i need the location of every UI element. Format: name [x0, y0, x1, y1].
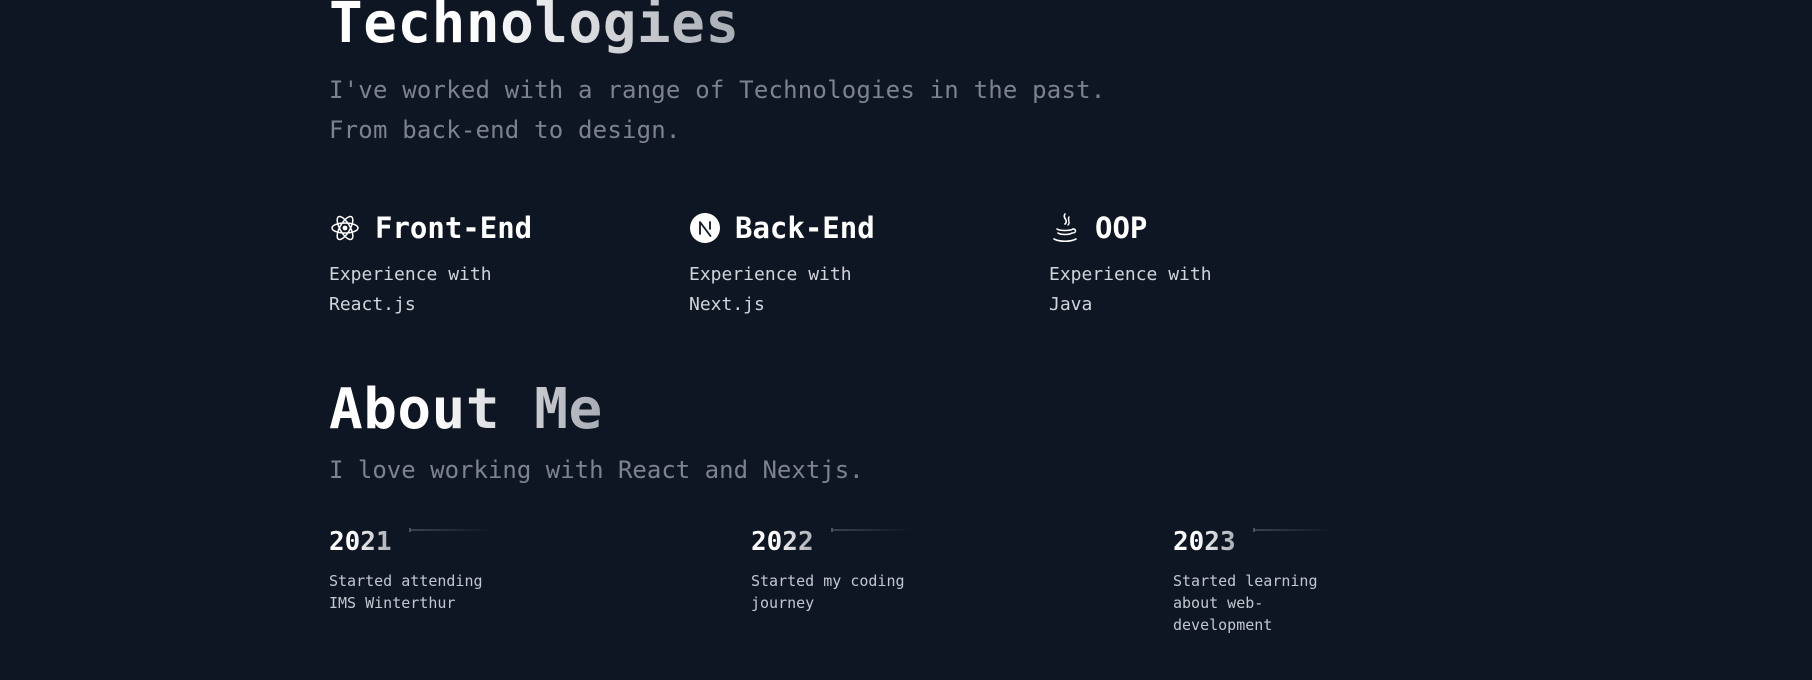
timeline-item-2023: 2023 Started learning about web- develop…: [1173, 524, 1533, 636]
main-content: Technologies I've worked with a range of…: [329, 0, 1429, 680]
timeline-connector: [831, 528, 911, 532]
timeline-connector: [1253, 528, 1333, 532]
technologies-heading: Technologies: [329, 0, 740, 60]
technologies-subtitle-line-2: From back-end to design.: [329, 116, 681, 144]
timeline-description: Started attending IMS Winterthur: [329, 572, 483, 612]
skill-card-oop: OOP Experience with Java: [1049, 210, 1369, 320]
timeline-year-row: 2022: [751, 524, 1111, 560]
skill-description: Experience with Next.js: [689, 264, 852, 315]
nextjs-icon: [689, 212, 721, 244]
about-heading: About Me: [329, 377, 603, 442]
java-icon: [1049, 212, 1081, 244]
timeline-description: Started learning about web- development: [1173, 572, 1318, 634]
about-subtitle: I love working with React and Nextjs.: [329, 456, 864, 484]
timeline-year-row: 2021: [329, 524, 689, 560]
skill-title: Front-End: [375, 211, 533, 245]
timeline-item-2022: 2022 Started my coding journey: [751, 524, 1111, 614]
timeline-year-row: 2023: [1173, 524, 1533, 560]
timeline-year: 2021: [329, 527, 392, 557]
skill-title: OOP: [1095, 211, 1148, 245]
skill-header: Front-End: [329, 210, 649, 246]
timeline-year: 2022: [751, 527, 814, 557]
technologies-subtitle: I've worked with a range of Technologies…: [329, 70, 1105, 150]
skill-title: Back-End: [735, 211, 875, 245]
timeline-connector: [409, 528, 489, 532]
skill-description: Experience with React.js: [329, 264, 492, 315]
skill-header: OOP: [1049, 210, 1369, 246]
timeline-item-2021: 2021 Started attending IMS Winterthur: [329, 524, 689, 614]
skill-header: Back-End: [689, 210, 1009, 246]
technologies-subtitle-line-1: I've worked with a range of Technologies…: [329, 76, 1106, 104]
timeline-description: Started my coding journey: [751, 572, 905, 612]
skill-description: Experience with Java: [1049, 264, 1212, 315]
skill-card-front-end: Front-End Experience with React.js: [329, 210, 649, 320]
react-icon: [329, 212, 361, 244]
skill-card-back-end: Back-End Experience with Next.js: [689, 210, 1009, 320]
timeline-year: 2023: [1173, 527, 1236, 557]
